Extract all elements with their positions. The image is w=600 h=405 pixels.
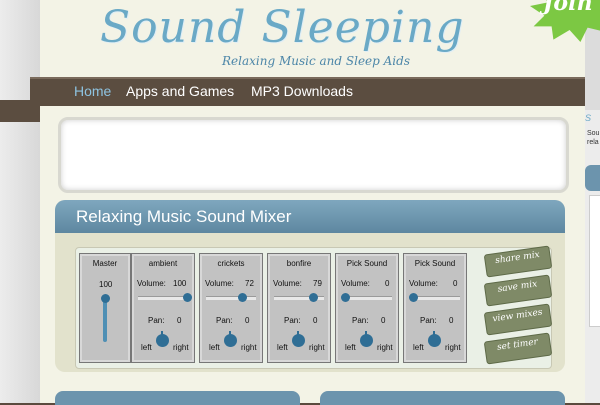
nav-item-apps-and-games[interactable]: Apps and Games — [126, 83, 234, 99]
pan-left-label: left — [345, 343, 356, 352]
pan-value: 0 — [381, 316, 386, 325]
master-slider-thumb[interactable] — [101, 294, 110, 303]
channel-pick-sound-2: Pick Sound Volume: 0 Pan: 0 left right — [403, 253, 467, 363]
sound-mixer-panel: Relaxing Music Sound Mixer Master 100 am… — [55, 200, 565, 372]
mixer-title: Relaxing Music Sound Mixer — [76, 207, 292, 226]
volume-slider-thumb[interactable] — [238, 293, 248, 302]
volume-slider-thumb[interactable] — [341, 293, 350, 302]
master-label: Master — [92, 259, 118, 268]
volume-value: 72 — [245, 279, 254, 288]
pan-right-label: right — [173, 343, 189, 352]
volume-label: Volume: — [205, 279, 234, 288]
pan-right-label: right — [377, 343, 393, 352]
pan-knob[interactable] — [224, 331, 237, 347]
pan-label: Pan: — [352, 316, 369, 325]
pan-knob[interactable] — [428, 331, 441, 347]
site-logo[interactable]: Sound Sleeping — [100, 2, 465, 53]
volume-slider-thumb[interactable] — [309, 293, 319, 302]
pan-value: 0 — [177, 316, 182, 325]
pan-value: 0 — [245, 316, 250, 325]
pan-left-label: left — [209, 343, 220, 352]
volume-value: 0 — [385, 279, 390, 288]
master-value: 100 — [99, 280, 113, 289]
pan-right-label: right — [309, 343, 325, 352]
site-tagline: Relaxing Music and Sleep Aids — [222, 54, 410, 68]
channel-name: ambient — [148, 259, 178, 268]
right-sidebar-text-2: rela — [587, 139, 599, 146]
pan-knob[interactable] — [156, 331, 169, 347]
pan-value: 0 — [313, 316, 318, 325]
volume-value: 100 — [173, 279, 187, 288]
channel-name: bonfire — [286, 259, 312, 268]
right-sidebar-box — [589, 195, 600, 327]
volume-label: Volume: — [273, 279, 302, 288]
right-sidebar-header — [585, 165, 600, 191]
right-sidebar-heading: S — [585, 113, 592, 123]
mixer-header: Relaxing Music Sound Mixer — [55, 200, 565, 233]
pan-left-label: left — [413, 343, 424, 352]
volume-slider-thumb[interactable] — [409, 293, 418, 302]
channel-pick-sound-1: Pick Sound Volume: 0 Pan: 0 left right — [335, 253, 399, 363]
channel-name[interactable]: Pick Sound — [404, 259, 466, 268]
volume-label: Volume: — [137, 279, 166, 288]
nav-item-home[interactable]: Home — [74, 83, 111, 99]
nav-item-mp3-downloads[interactable]: MP3 Downloads — [251, 83, 353, 99]
pan-left-label: left — [277, 343, 288, 352]
channel-name[interactable]: Pick Sound — [336, 259, 398, 268]
pan-label: Pan: — [284, 316, 301, 325]
background-left — [0, 0, 40, 403]
pan-right-label: right — [241, 343, 257, 352]
main-nav: Home Apps and Games MP3 Downloads — [30, 77, 585, 106]
volume-label: Volume: — [341, 279, 370, 288]
volume-slider-thumb[interactable] — [183, 293, 192, 302]
channel-crickets: crickets Volume: 72 Pan: 0 left right — [199, 253, 263, 363]
channel-bonfire: bonfire Volume: 79 Pan: 0 left right — [267, 253, 331, 363]
pan-value: 0 — [449, 316, 454, 325]
pan-label: Pan: — [216, 316, 233, 325]
volume-value: 79 — [313, 279, 322, 288]
pan-label: Pan: — [420, 316, 437, 325]
join-label[interactable]: Join — [543, 0, 592, 16]
channel-name: crickets — [217, 259, 245, 268]
pan-knob[interactable] — [292, 331, 305, 347]
pan-label: Pan: — [148, 316, 165, 325]
pan-right-label: right — [445, 343, 461, 352]
volume-slider[interactable] — [138, 296, 188, 300]
volume-label: Volume: — [409, 279, 438, 288]
master-channel: Master 100 — [79, 253, 131, 363]
pan-left-label: left — [141, 343, 152, 352]
ad-banner-box — [58, 117, 569, 193]
master-volume-slider[interactable] — [103, 297, 107, 342]
channel-ambient: ambient Volume: 100 Pan: 0 left right — [131, 253, 195, 363]
volume-slider[interactable] — [206, 296, 256, 300]
pan-knob[interactable] — [360, 331, 373, 347]
right-sidebar-text-1: Sou — [587, 130, 600, 137]
volume-value: 0 — [453, 279, 458, 288]
